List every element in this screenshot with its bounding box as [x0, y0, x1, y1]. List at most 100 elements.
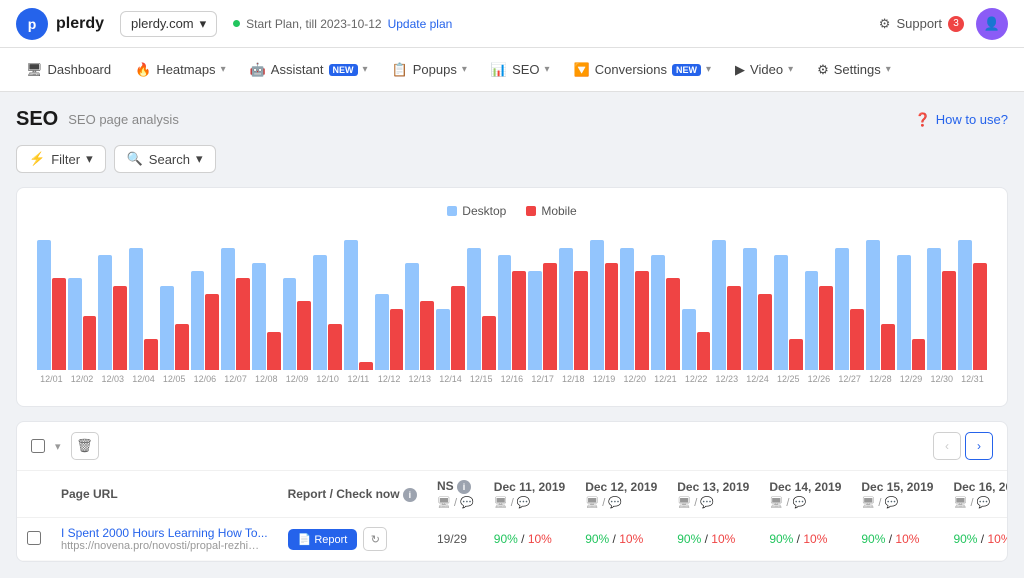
chart-legend: Desktop Mobile: [33, 204, 991, 218]
chart-x-label: 12/02: [68, 374, 97, 384]
update-plan-link[interactable]: Update plan: [388, 17, 453, 31]
info-icon[interactable]: i: [457, 480, 471, 494]
chart-x-label: 12/31: [958, 374, 987, 384]
mobile-bar: [543, 263, 557, 370]
dec12-sub: 🖥 / 💬: [585, 496, 657, 509]
nav-label-seo: SEO: [512, 62, 539, 77]
bar-group: [774, 255, 803, 370]
support-button[interactable]: ⚙ Support 3: [879, 16, 964, 32]
plan-status-dot: [233, 20, 240, 27]
desktop-bar: [129, 248, 143, 370]
mobile-bar: [666, 278, 680, 370]
desktop-bar: [805, 271, 819, 370]
desktop-bar: [160, 286, 174, 370]
chevron-icon: ▾: [462, 64, 467, 75]
desktop-pct: 90%: [861, 532, 885, 546]
mobile-bar: [175, 324, 189, 370]
refresh-button[interactable]: ↻: [363, 527, 387, 551]
bar-group: [498, 255, 527, 370]
nav-item-dashboard[interactable]: 🖥 Dashboard: [16, 56, 121, 84]
nav-item-video[interactable]: ▶ Video ▾: [725, 56, 803, 84]
bar-group: [405, 263, 434, 370]
desktop-bar: [191, 271, 205, 370]
nav-item-settings[interactable]: ⚙ Settings ▾: [807, 56, 901, 84]
prev-page-button[interactable]: ‹: [933, 432, 961, 460]
page-title-area: SEO SEO page analysis: [16, 108, 179, 131]
chart-x-label: 12/24: [743, 374, 772, 384]
mobile-bar: [850, 309, 864, 370]
mobile-bar: [727, 286, 741, 370]
bar-group: [651, 255, 680, 370]
heatmaps-icon: 🔥: [135, 62, 151, 78]
avatar[interactable]: 👤: [976, 8, 1008, 40]
table-card: ▾ 🗑 ‹ › Page URL Report / Check now i: [16, 421, 1008, 562]
chart-x-label: 12/25: [774, 374, 803, 384]
mobile-bar: [912, 339, 926, 370]
chevron-icon: ▾: [886, 64, 891, 75]
next-page-button[interactable]: ›: [965, 432, 993, 460]
nav-label-conversions: Conversions: [595, 62, 667, 77]
desktop-bar: [682, 309, 696, 370]
chevron-icon: ▾: [221, 64, 226, 75]
row-checkbox[interactable]: [27, 531, 41, 545]
nav-label-heatmaps: Heatmaps: [156, 62, 215, 77]
bar-group: [835, 248, 864, 370]
search-button[interactable]: 🔍 Search ▾: [114, 145, 216, 173]
support-label: Support: [896, 16, 942, 31]
mobile-bar: [390, 309, 404, 370]
bar-group: [160, 286, 189, 370]
nav-label-dashboard: Dashboard: [48, 62, 112, 77]
mobile-pct: 10%: [711, 532, 735, 546]
nav-item-heatmaps[interactable]: 🔥 Heatmaps ▾: [125, 56, 235, 84]
desktop-bar: [620, 248, 634, 370]
nav-label-video: Video: [750, 62, 783, 77]
page-url-sub: https://novena.pro/novosti/propal-rezhim…: [61, 540, 261, 552]
nav-item-conversions[interactable]: 🔽 Conversions NEW ▾: [564, 56, 721, 84]
chevron-down-icon: ▾: [200, 16, 207, 32]
dashboard-icon: 🖥: [26, 62, 43, 78]
delete-button[interactable]: 🗑: [71, 432, 99, 460]
bar-group: [620, 248, 649, 370]
bar-group: [958, 240, 987, 370]
chart-x-label: 12/06: [191, 374, 220, 384]
filter-button[interactable]: ⚡ Filter ▾: [16, 145, 106, 173]
domain-selector[interactable]: plerdy.com ▾: [120, 11, 217, 37]
mobile-bar: [144, 339, 158, 370]
conversions-icon: 🔽: [574, 62, 590, 78]
nav-item-seo[interactable]: 📊 SEO ▾: [481, 56, 560, 84]
mobile-legend-dot: [526, 206, 536, 216]
desktop-legend-label: Desktop: [462, 204, 506, 218]
desktop-bar: [252, 263, 266, 370]
search-icon: 🔍: [127, 151, 143, 167]
chevron-icon: ▾: [706, 64, 711, 75]
chart-x-label: 12/19: [590, 374, 619, 384]
how-to-use-link[interactable]: ❓ How to use?: [915, 112, 1008, 128]
chart-area: 12/0112/0212/0312/0412/0512/0612/0712/08…: [33, 230, 991, 390]
chart-x-label: 12/05: [160, 374, 189, 384]
nav-label-settings: Settings: [834, 62, 881, 77]
plan-info: Start Plan, till 2023-10-12 Update plan: [233, 17, 452, 31]
main-content: SEO SEO page analysis ❓ How to use? ⚡ Fi…: [0, 92, 1024, 578]
mobile-bar: [789, 339, 803, 370]
chart-x-label: 12/14: [436, 374, 465, 384]
checkbox-dropdown-icon[interactable]: ▾: [55, 440, 61, 453]
chart-x-label: 12/18: [559, 374, 588, 384]
info-icon[interactable]: i: [403, 488, 417, 502]
select-all-checkbox[interactable]: [31, 439, 45, 453]
desktop-pct: 90%: [494, 532, 518, 546]
nav-item-popups[interactable]: 📋 Popups ▾: [382, 56, 477, 84]
chart-x-label: 12/08: [252, 374, 281, 384]
chart-x-label: 12/28: [866, 374, 895, 384]
report-button[interactable]: 📄 Report: [288, 529, 358, 550]
col-header-dec13: Dec 13, 2019 🖥 / 💬: [667, 471, 759, 518]
page-url-link[interactable]: I Spent 2000 Hours Learning How To...: [61, 526, 268, 540]
desktop-pct: 90%: [769, 532, 793, 546]
bar-group: [897, 255, 926, 370]
chart-card: Desktop Mobile 12/0112/0212/0312/0412/05…: [16, 187, 1008, 407]
desktop-bar: [405, 263, 419, 370]
desktop-bar: [375, 294, 389, 370]
mobile-bar: [328, 324, 342, 370]
table-toolbar: ▾ 🗑 ‹ ›: [17, 422, 1007, 471]
bar-group: [313, 255, 342, 370]
nav-item-assistant[interactable]: 🤖 Assistant NEW ▾: [240, 56, 378, 84]
